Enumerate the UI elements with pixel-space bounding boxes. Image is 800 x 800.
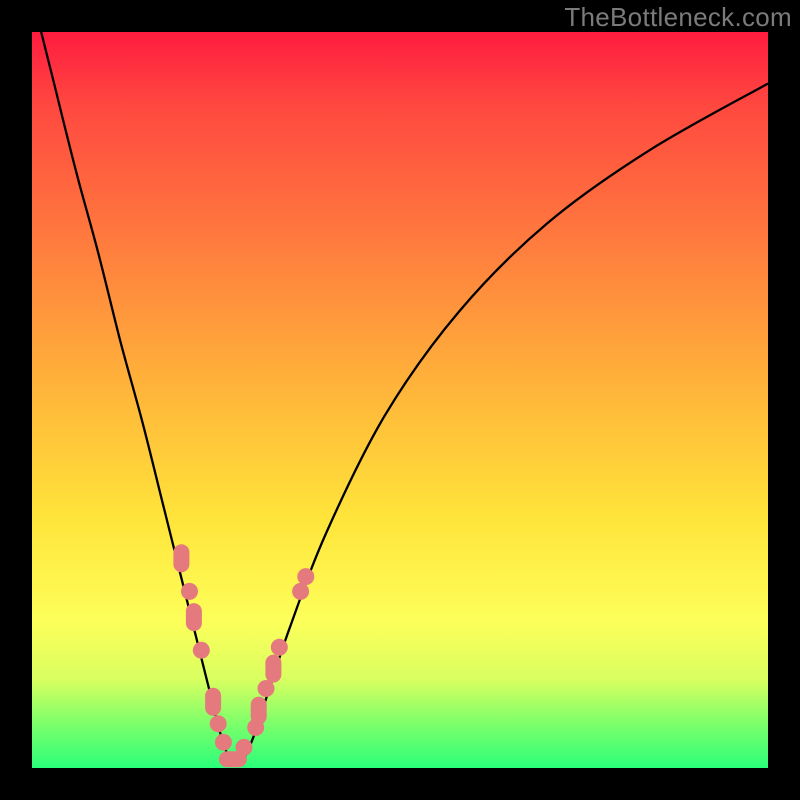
data-marker xyxy=(186,603,202,631)
data-marker xyxy=(271,639,288,656)
data-marker xyxy=(181,583,198,600)
data-marker xyxy=(210,715,227,732)
data-marker xyxy=(205,688,221,716)
bottleneck-curve xyxy=(32,0,768,764)
data-marker xyxy=(236,739,253,756)
data-marker xyxy=(251,697,267,725)
data-marker xyxy=(292,583,309,600)
chart-svg xyxy=(32,32,768,768)
chart-plot-area xyxy=(32,32,768,768)
data-marker xyxy=(215,734,232,751)
data-marker xyxy=(258,680,275,697)
data-marker xyxy=(265,655,281,683)
data-marker xyxy=(297,568,314,585)
chart-frame: TheBottleneck.com xyxy=(0,0,800,800)
data-marker xyxy=(173,544,189,572)
marker-layer xyxy=(173,544,314,767)
data-marker xyxy=(193,642,210,659)
watermark-text: TheBottleneck.com xyxy=(564,2,792,33)
